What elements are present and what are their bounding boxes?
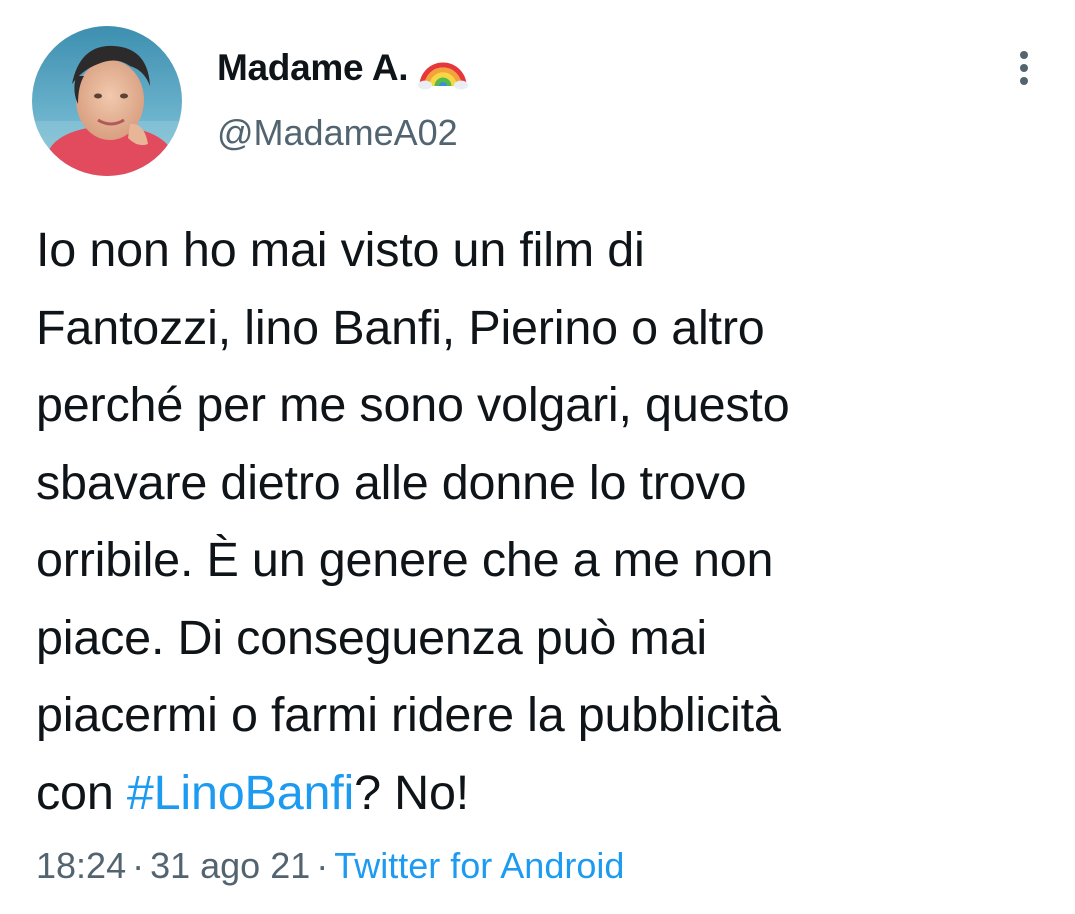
tweet-text: Io non ho mai visto un film di Fantozzi,… (36, 212, 1046, 832)
tweet-text-line: sbavare dietro alle donne lo trovo (36, 455, 747, 510)
tweet-text-suffix: ? No! (354, 765, 470, 820)
tweet-text-line: piace. Di conseguenza può mai (36, 610, 707, 665)
tweet-text-last-line: con #LinoBanfi? No! (36, 755, 1046, 833)
rainbow-icon (418, 46, 469, 90)
author-display-name[interactable]: Madame A. (217, 47, 409, 89)
more-vertical-icon (1020, 51, 1028, 85)
tweet-text-prefix: con (36, 765, 127, 820)
hashtag-link[interactable]: #LinoBanfi (127, 766, 354, 820)
tweet-text-line: Io non ho mai visto un film di (36, 223, 645, 277)
tweet-date[interactable]: 31 ago 21 (150, 845, 310, 886)
meta-separator: · (316, 845, 329, 886)
meta-separator: · (132, 845, 145, 886)
tweet-text-line: piacermi o farmi ridere la pubblicità (36, 688, 781, 742)
tweet-text-line: Fantozzi, lino Banfi, Pierino o altro (36, 300, 765, 355)
tweet-time[interactable]: 18:24 (36, 845, 126, 886)
tweet: Madame A. @MadameA02 Io non ho mai visto… (0, 0, 1075, 914)
tweet-text-line: perché per me sono volgari, questo (36, 378, 790, 432)
author-name-row: Madame A. (217, 44, 469, 92)
tweet-source-link[interactable]: Twitter for Android (334, 845, 624, 886)
author-handle[interactable]: @MadameA02 (217, 112, 458, 154)
avatar-photo (32, 26, 182, 176)
more-button[interactable] (1006, 46, 1042, 90)
tweet-text-line: orribile. È un genere che a me non (36, 533, 774, 587)
tweet-meta: 18:24 · 31 ago 21 · Twitter for Android (36, 845, 624, 887)
avatar[interactable] (32, 26, 182, 176)
